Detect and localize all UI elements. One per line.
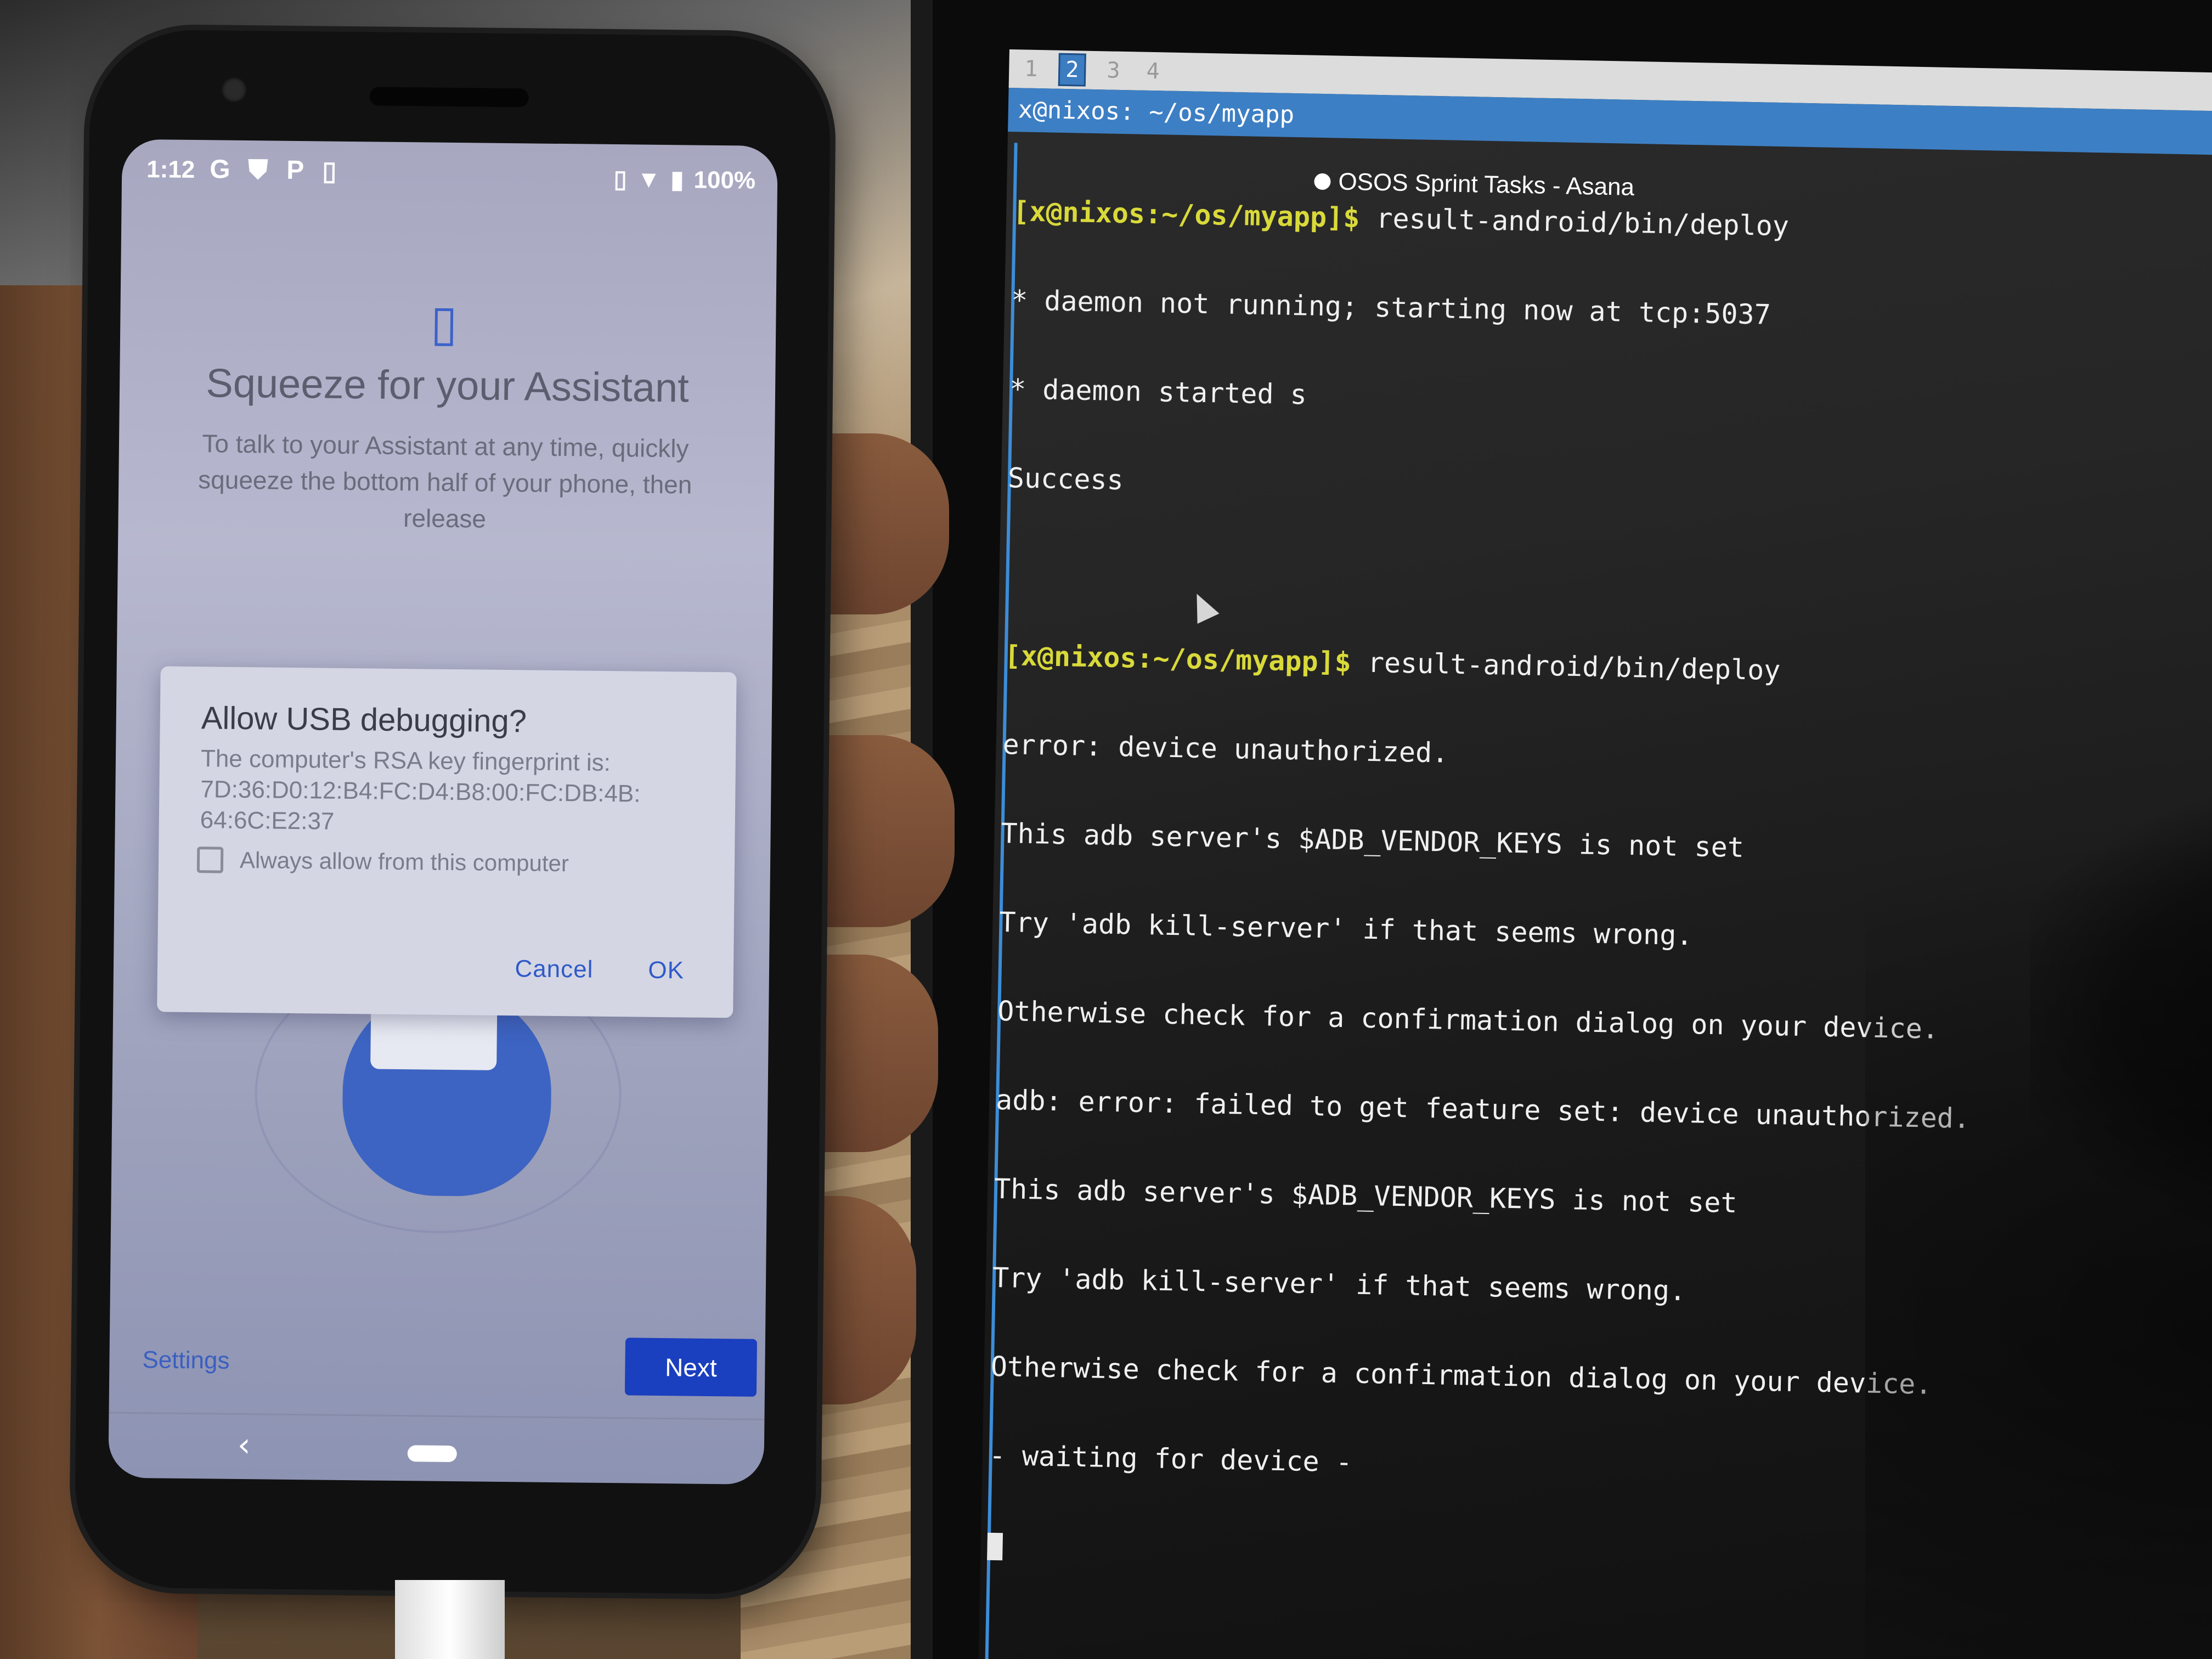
workspace-tab-1[interactable]: 1 <box>1019 54 1043 84</box>
dialog-message: The computer's RSA key fingerprint is: 7… <box>200 745 641 835</box>
usb-debugging-dialog: Allow USB debugging? The computer's RSA … <box>157 666 737 1018</box>
back-icon[interactable]: ‹ <box>238 1426 251 1464</box>
monitor: 1 2 3 4 x@nixos: ~/os/myapp [x@nixos:~/o… <box>911 0 2212 1659</box>
earpiece-speaker <box>369 87 529 108</box>
always-allow-checkbox[interactable] <box>196 847 224 873</box>
finger <box>806 433 949 614</box>
wifi-icon: ▼ <box>636 165 661 193</box>
terminal-line: [x@nixos:~/os/myapp]$ result-android/bin… <box>1004 640 2212 695</box>
status-bar: 1:12 G ⛊ P ▯ ▯ ▼ ▮ 100% <box>122 139 778 207</box>
usb-cable <box>395 1580 505 1659</box>
vibrate-icon: ▯ <box>613 166 628 193</box>
always-allow-label[interactable]: Always allow from this computer <box>240 847 569 877</box>
shell-prompt: [x@nixos:~/os/myapp]$ <box>1012 195 1360 234</box>
terminal-line: error: device unauthorized. <box>1002 729 1449 769</box>
workspace-tab-2[interactable]: 2 <box>1058 53 1087 87</box>
photo-scene: 1 2 3 4 x@nixos: ~/os/myapp [x@nixos:~/o… <box>0 0 2212 1659</box>
parking-icon: P <box>286 155 304 185</box>
cancel-button[interactable]: Cancel <box>515 955 593 983</box>
front-camera <box>221 77 247 103</box>
android-phone: 1:12 G ⛊ P ▯ ▯ ▼ ▮ 100% ▯ Squeeze for yo… <box>74 29 831 1595</box>
terminal-line: * daemon not running; starting now at tc… <box>1011 284 1771 331</box>
workspace-tab-3[interactable]: 3 <box>1101 55 1126 86</box>
workspace-tab-4[interactable]: 4 <box>1141 57 1165 87</box>
always-allow-row[interactable]: Always allow from this computer <box>196 847 569 877</box>
dialog-actions: Cancel OK <box>515 955 684 984</box>
google-g-icon: G <box>209 155 230 184</box>
shell-prompt: [x@nixos:~/os/myapp]$ <box>1004 640 1352 679</box>
battery-icon: ▮ <box>670 166 684 194</box>
status-time: 1:12 <box>146 156 195 184</box>
terminal-line: [x@nixos:~/os/myapp]$ result-android/bin… <box>1012 195 2212 250</box>
dialog-title: Allow USB debugging? <box>201 700 527 740</box>
notification-dot-icon <box>1314 173 1331 190</box>
status-right: ▯ ▼ ▮ 100% <box>613 165 755 195</box>
navigation-bar: ‹ <box>108 1412 765 1485</box>
text-cursor <box>987 1532 1003 1560</box>
command-text: result-android/bin/deploy <box>1351 646 1781 687</box>
page-description: To talk to your Assistant at any time, q… <box>198 429 692 533</box>
squeeze-phone-icon: ▯ <box>430 294 458 353</box>
phone-screen[interactable]: 1:12 G ⛊ P ▯ ▯ ▼ ▮ 100% ▯ Squeeze for yo… <box>108 139 778 1485</box>
terminal-line: Success <box>1007 462 1124 496</box>
notification-text: OSOS Sprint Tasks - Asana <box>1338 168 1635 201</box>
phone-reflection <box>2030 795 2212 1234</box>
terminal-line: * daemon started s <box>1009 373 1307 411</box>
home-pill-icon[interactable] <box>407 1445 457 1463</box>
next-button[interactable]: Next <box>624 1338 757 1397</box>
settings-link[interactable]: Settings <box>142 1346 229 1375</box>
battery-percent: 100% <box>693 166 756 194</box>
ok-button[interactable]: OK <box>648 957 684 985</box>
finger <box>812 735 955 927</box>
page-title: Squeeze for your Assistant <box>206 360 690 411</box>
battery-saver-icon: ▯ <box>321 156 337 186</box>
command-text: result-android/bin/deploy <box>1359 202 1790 242</box>
shield-icon: ⛊ <box>247 155 268 185</box>
finger <box>801 955 938 1152</box>
